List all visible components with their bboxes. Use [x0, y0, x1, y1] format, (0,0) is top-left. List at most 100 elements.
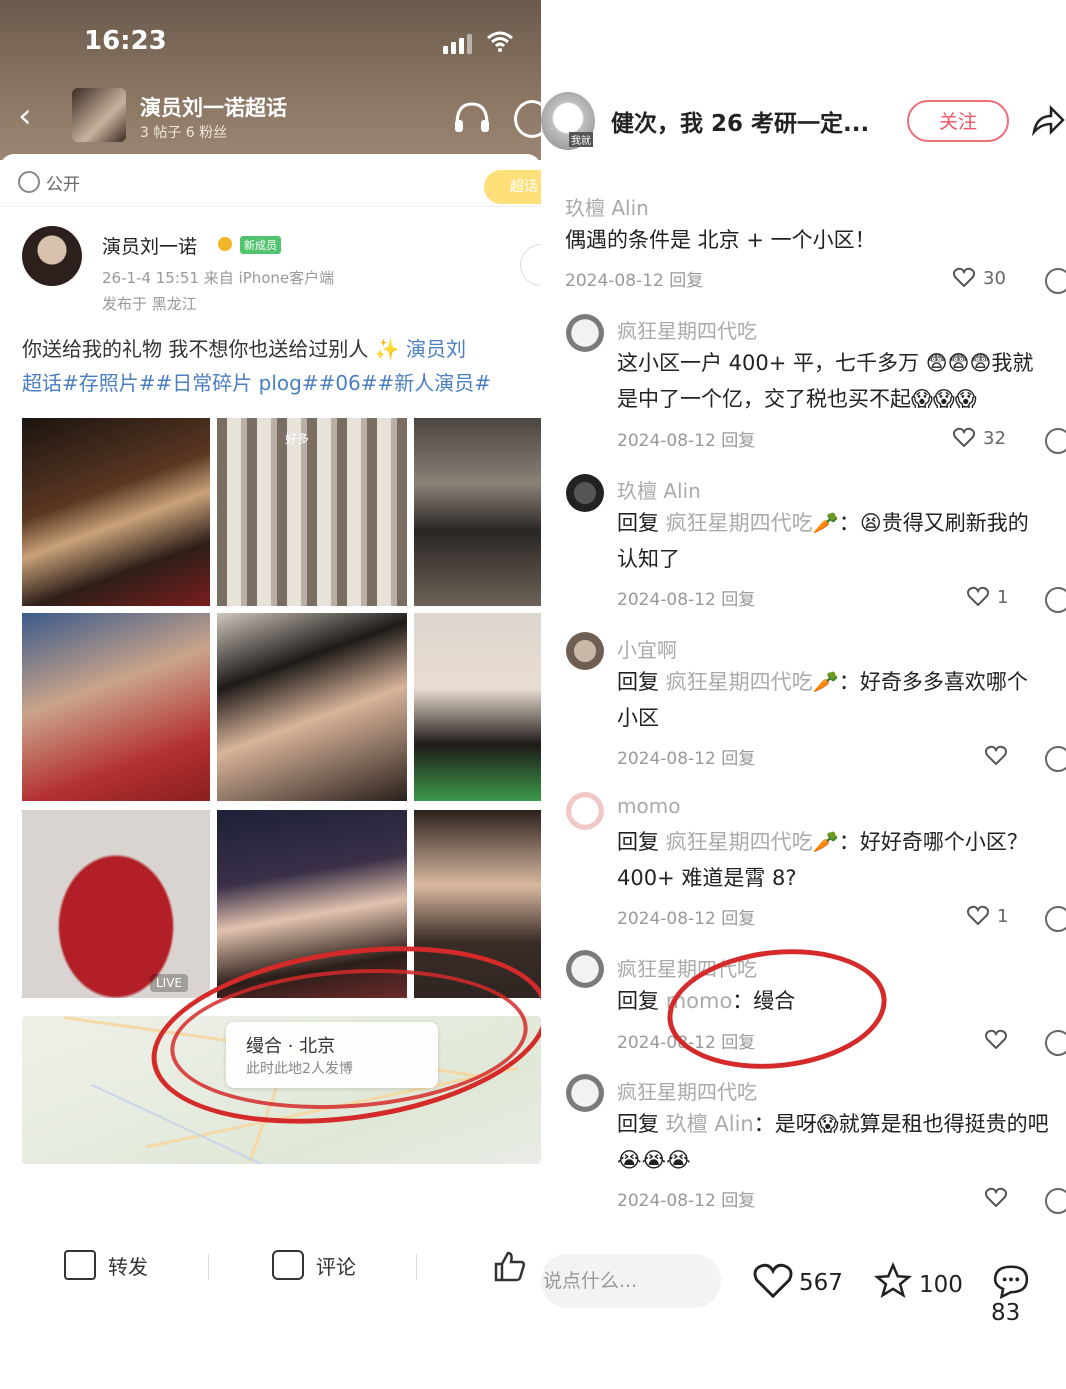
star-total: 100: [919, 1272, 963, 1298]
emoji-icon: 😨😨😨: [925, 351, 992, 375]
reply-to-name[interactable]: 疯狂星期四代吃: [666, 670, 813, 694]
photo-4[interactable]: [22, 613, 210, 801]
reply-icon[interactable]: [1045, 1030, 1066, 1056]
reply-prefix: 回复: [617, 1112, 666, 1136]
emoji-icon: ✨: [374, 337, 400, 361]
emoji-icon: 🥕: [812, 830, 839, 854]
repost-label: 转发: [108, 1255, 148, 1279]
like-button[interactable]: [985, 1029, 1015, 1051]
repost-icon: [64, 1250, 96, 1280]
reply-to-name[interactable]: 疯狂星期四代吃: [666, 511, 813, 535]
comment-date[interactable]: 2024-08-12 回复: [617, 585, 755, 610]
author-avatar[interactable]: [22, 226, 82, 286]
heart-icon: [985, 1029, 1007, 1049]
like-count: 30: [983, 268, 1006, 289]
commenter-avatar[interactable]: [566, 474, 604, 512]
like-stat[interactable]: 567: [753, 1262, 843, 1299]
photo-1[interactable]: [22, 418, 210, 606]
reply-icon[interactable]: [1045, 746, 1066, 772]
author-avatar[interactable]: 我就: [541, 92, 595, 150]
comment-stat[interactable]: 83: [991, 1262, 1066, 1326]
comment-author[interactable]: 疯狂星期四代吃: [617, 1076, 757, 1105]
comment-text-part: 是中了一个亿，交了税也买不起: [617, 387, 911, 411]
like-icon[interactable]: [492, 1250, 526, 1282]
reply-icon[interactable]: [1045, 906, 1066, 932]
author-name[interactable]: 演员刘一诺: [102, 232, 197, 259]
like-button[interactable]: 1: [967, 586, 1008, 608]
comment-author[interactable]: 玖檀 Alin: [565, 192, 649, 221]
follow-button[interactable]: 关注: [907, 100, 1009, 142]
back-icon[interactable]: ‹: [18, 96, 32, 136]
reply-icon[interactable]: [1045, 587, 1066, 613]
reply-to-name[interactable]: 疯狂星期四代吃: [666, 830, 813, 854]
emoji-row: 😭😭😭: [617, 1142, 691, 1178]
comment-author[interactable]: 疯狂星期四代吃: [617, 315, 757, 344]
comment-text-part: 就算是租也得挺贵的吧: [838, 1112, 1049, 1136]
post-location: 发布于 黑龙江: [102, 295, 197, 313]
comment-text-part: ：好奇多多喜欢哪个: [838, 670, 1028, 694]
comment-author[interactable]: 玖檀 Alin: [617, 475, 701, 504]
like-button[interactable]: 32: [953, 427, 1006, 449]
star-stat[interactable]: 100: [873, 1261, 963, 1300]
commenter-avatar[interactable]: [566, 314, 604, 352]
comment-text: 回复 疯狂星期四代吃🥕：😫贵得又刷新我的: [617, 505, 1029, 541]
visibility-label: 公开: [18, 170, 80, 195]
comment-text-part: 这小区一户 400+ 平，七千多万: [617, 351, 920, 375]
reply-icon[interactable]: [1045, 1188, 1066, 1214]
supertopic-stats: 3 帖子 6 粉丝: [140, 125, 228, 141]
comment-text: 偶遇的条件是 北京 + 一个小区！: [565, 228, 876, 252]
like-button[interactable]: 1: [967, 905, 1008, 927]
visibility-text: 公开: [46, 175, 80, 195]
photo-2[interactable]: 好多: [217, 418, 407, 606]
divider: [0, 206, 541, 207]
commenter-avatar[interactable]: [566, 792, 604, 830]
like-total: 567: [799, 1270, 843, 1296]
comment-text-part: 我就: [991, 351, 1034, 375]
photo-3[interactable]: [414, 418, 541, 606]
comment-date[interactable]: 2024-08-12 回复: [617, 904, 755, 929]
reply-prefix: 回复: [617, 989, 666, 1013]
like-button[interactable]: [985, 1187, 1015, 1209]
photo-6[interactable]: [414, 613, 541, 801]
comment-author[interactable]: 小宜啊: [617, 634, 677, 663]
left-screenshot: 16:23 ‹ 演员刘一诺超话 3 帖子 6 粉丝 公开 超话 演员刘一诺 新成…: [0, 0, 541, 1389]
comment-input[interactable]: 说点什么...: [541, 1254, 721, 1308]
share-icon[interactable]: [1031, 104, 1065, 136]
reply-to-name[interactable]: 玖檀 Alin: [666, 1112, 754, 1136]
wifi-icon: [487, 31, 513, 52]
heart-icon: [967, 905, 989, 925]
photo-5[interactable]: [217, 613, 407, 801]
star-icon: [873, 1261, 913, 1299]
headphone-icon[interactable]: [452, 100, 492, 136]
like-button[interactable]: 30: [953, 267, 1006, 289]
comment-bubble-icon: [993, 1265, 1029, 1300]
repost-button[interactable]: 转发: [64, 1250, 148, 1280]
supertopic-avatar[interactable]: [72, 88, 126, 142]
comment-author[interactable]: momo: [617, 794, 680, 818]
supertopic-link[interactable]: 演员刘: [406, 337, 466, 361]
reply-icon[interactable]: [1045, 428, 1066, 454]
comment-date[interactable]: 2024-08-12 回复: [565, 266, 703, 291]
comment-text: 回复 玖檀 Alin：是呀😱就算是租也得挺贵的吧: [617, 1106, 1049, 1142]
hashtag-line[interactable]: 超话#存照片##日常碎片 plog##06##新人演员#: [22, 371, 491, 395]
commenter-avatar[interactable]: [566, 632, 604, 670]
signal-icon: [443, 34, 475, 54]
new-member-badge: 新成员: [240, 236, 281, 254]
like-button[interactable]: [985, 745, 1015, 767]
comment-date[interactable]: 2024-08-12 回复: [617, 744, 755, 769]
comment-button[interactable]: 评论: [272, 1250, 356, 1280]
emoji-icon: 😫: [859, 511, 882, 535]
comment-total: 83: [991, 1300, 1021, 1326]
comment-text: 小区: [617, 706, 659, 730]
heart-icon: [753, 1263, 793, 1299]
photo-7[interactable]: [22, 810, 210, 998]
emoji-icon: 😭😭😭: [617, 1148, 691, 1172]
commenter-avatar[interactable]: [566, 1074, 604, 1112]
commenter-avatar[interactable]: [566, 950, 604, 988]
status-time: 16:23: [84, 26, 167, 56]
comment-date[interactable]: 2024-08-12 回复: [617, 1186, 755, 1211]
video-title: 健次，我 26 考研一定...: [611, 111, 870, 137]
comment-date[interactable]: 2024-08-12 回复: [617, 426, 755, 451]
reply-icon[interactable]: [1045, 268, 1066, 294]
verified-icon: [218, 237, 232, 251]
